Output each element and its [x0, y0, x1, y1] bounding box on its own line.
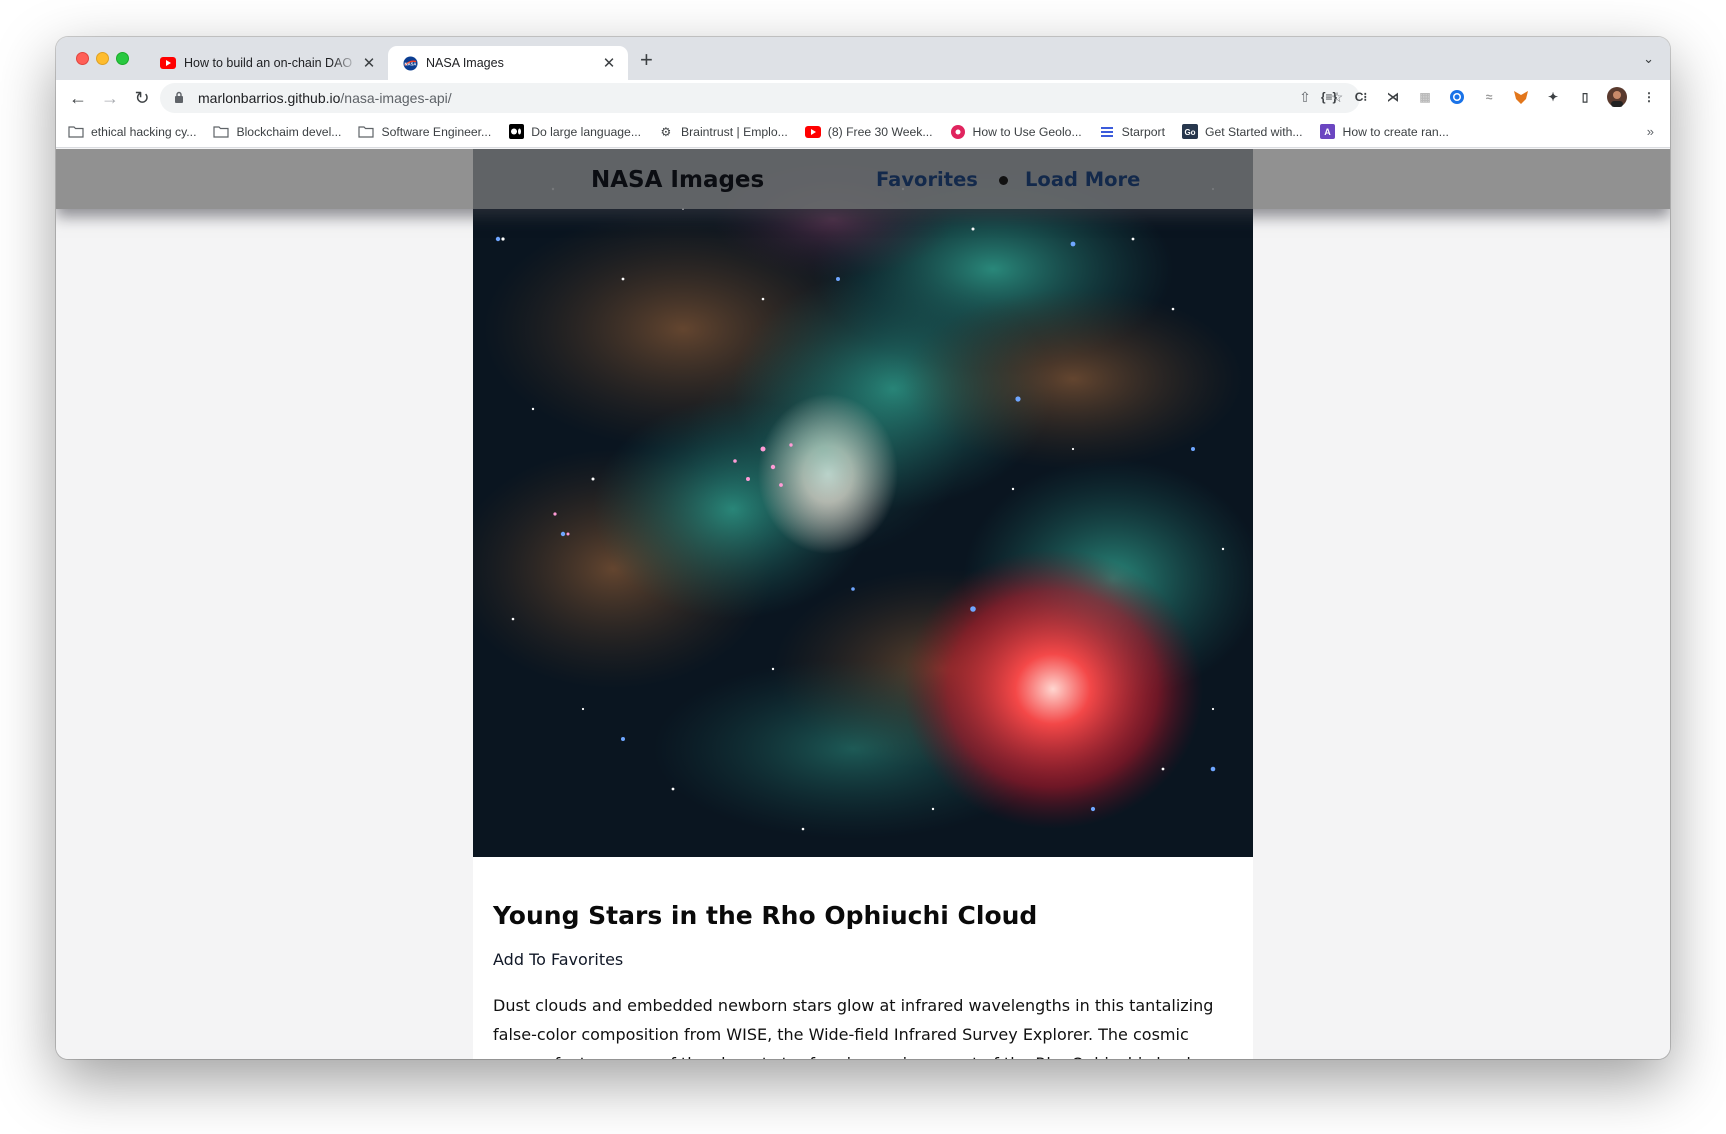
bookmark-item[interactable]: How to Use Geolo...	[950, 124, 1082, 139]
bookmark-item[interactable]: ethical hacking cy...	[68, 125, 196, 139]
medium-icon	[508, 124, 524, 139]
red-circle-icon	[950, 124, 966, 139]
bookmark-item[interactable]: Go Get Started with...	[1181, 124, 1303, 139]
bookmark-label: How to Use Geolo...	[972, 124, 1082, 139]
url-host: marlonbarrios.github.io	[198, 90, 341, 106]
grid-extension-icon[interactable]: ▦	[1414, 86, 1436, 108]
metamask-fox-icon[interactable]	[1510, 86, 1532, 108]
maximize-window-button[interactable]	[116, 52, 129, 65]
site-title: NASA Images	[591, 167, 765, 193]
bookmark-label: Braintrust | Emplo...	[680, 124, 788, 139]
bookmark-label: Get Started with...	[1204, 124, 1303, 139]
add-to-favorites-button[interactable]: Add To Favorites	[493, 950, 1233, 969]
bookmarks-bar: ethical hacking cy... Blockchaim devel..…	[56, 116, 1670, 148]
blue-circle-extension-icon[interactable]	[1446, 86, 1468, 108]
share-icon[interactable]: ⇧	[1296, 88, 1314, 106]
close-window-button[interactable]	[76, 52, 89, 65]
nasa-icon: NASA	[402, 55, 418, 71]
tab-dao-video[interactable]: How to build an on-chain DAO ✕	[146, 46, 388, 80]
image-description: Dust clouds and embedded newborn stars g…	[493, 996, 1214, 1059]
bookmark-item[interactable]: ⚙ Braintrust | Emplo...	[658, 125, 788, 139]
more-bookmarks-icon[interactable]: »	[1647, 124, 1654, 139]
bookmark-item[interactable]: (8) Free 30 Week...	[804, 124, 933, 139]
nav-separator-dot	[999, 176, 1008, 185]
page-viewport[interactable]: Young Stars in the Rho Ophiuchi Cloud Ad…	[56, 149, 1670, 1059]
extensions-row: {≡} C⁝ ⋊ ▦ ≈ ✦ ▯ ⋮	[1318, 86, 1660, 108]
browser-window: How to build an on-chain DAO ✕ NASA NASA…	[56, 37, 1670, 1059]
css-extension-icon[interactable]: C⁝	[1350, 86, 1372, 108]
tab-title: How to build an on-chain DAO	[184, 56, 353, 70]
address-bar[interactable]: marlonbarrios.github.io/nasa-images-api/…	[160, 83, 1360, 113]
folder-icon	[213, 125, 230, 139]
starport-icon	[1099, 125, 1115, 139]
svg-text:A: A	[1324, 127, 1331, 137]
new-tab-plus-icon[interactable]: +	[640, 49, 653, 71]
tab-nasa-images[interactable]: NASA NASA Images ✕	[388, 46, 628, 80]
header-inner: NASA Images Favorites Load More	[473, 149, 1253, 209]
tab-strip: How to build an on-chain DAO ✕ NASA NASA…	[56, 37, 1670, 80]
folder-icon	[358, 125, 375, 139]
image-title: Young Stars in the Rho Ophiuchi Cloud	[493, 901, 1038, 930]
back-arrow-icon[interactable]: ←	[66, 86, 90, 110]
vscode-extension-icon[interactable]: ⋊	[1382, 86, 1404, 108]
youtube-icon	[804, 125, 821, 139]
svg-text:Go: Go	[1184, 128, 1195, 137]
chevron-down-icon[interactable]: ⌄	[1643, 51, 1654, 67]
side-panel-icon[interactable]: ▯	[1574, 86, 1596, 108]
bookmark-item[interactable]: A How to create ran...	[1320, 124, 1449, 139]
bookmark-item[interactable]: Blockchaim devel...	[213, 125, 341, 139]
bookmark-label: Blockchaim devel...	[236, 124, 342, 139]
bookmark-label: Do large language...	[531, 124, 641, 139]
bookmark-label: (8) Free 30 Week...	[827, 124, 933, 139]
nav-load-more-link[interactable]: Load More	[1025, 168, 1140, 191]
bookmark-item[interactable]: Software Engineer...	[358, 125, 491, 139]
bookmark-label: Starport	[1121, 124, 1165, 139]
bookmark-item[interactable]: Starport	[1099, 125, 1165, 139]
close-tab-icon[interactable]: ✕	[358, 54, 380, 72]
wave-extension-icon[interactable]: ≈	[1478, 86, 1500, 108]
forward-arrow-icon[interactable]: →	[98, 86, 122, 110]
nebula-image	[473, 149, 1253, 857]
folder-icon	[68, 125, 84, 139]
browser-toolbar: ← → ↻ marlonbarrios.github.io/nasa-image…	[56, 80, 1670, 116]
minimize-window-button[interactable]	[96, 52, 109, 65]
card-text: Young Stars in the Rho Ophiuchi Cloud Ad…	[493, 901, 1233, 1059]
nav-favorites-link[interactable]: Favorites	[876, 168, 978, 191]
bookmark-label: How to create ran...	[1342, 124, 1449, 139]
tab-title: NASA Images	[426, 56, 504, 70]
json-extension-icon[interactable]: {≡}	[1318, 86, 1340, 108]
url-path: /nasa-images-api/	[340, 90, 452, 106]
more-menu-icon[interactable]: ⋮	[1638, 86, 1660, 108]
site-header: NASA Images Favorites Load More	[56, 149, 1670, 209]
puzzle-extensions-icon[interactable]: ✦	[1542, 86, 1564, 108]
go-icon: Go	[1181, 124, 1198, 139]
profile-avatar[interactable]	[1606, 86, 1628, 108]
bookmark-item[interactable]: Do large language...	[508, 124, 641, 139]
youtube-icon	[160, 55, 176, 71]
reload-icon[interactable]: ↻	[130, 86, 154, 110]
purple-a-icon: A	[1320, 124, 1336, 139]
bookmark-label: Software Engineer...	[381, 124, 492, 139]
gear-icon: ⚙	[660, 124, 672, 139]
svg-text:NASA: NASA	[404, 61, 416, 66]
image-card: Young Stars in the Rho Ophiuchi Cloud Ad…	[473, 149, 1253, 1059]
bookmark-label: ethical hacking cy...	[91, 124, 197, 139]
lock-icon	[174, 90, 186, 106]
close-tab-icon[interactable]: ✕	[598, 54, 620, 72]
